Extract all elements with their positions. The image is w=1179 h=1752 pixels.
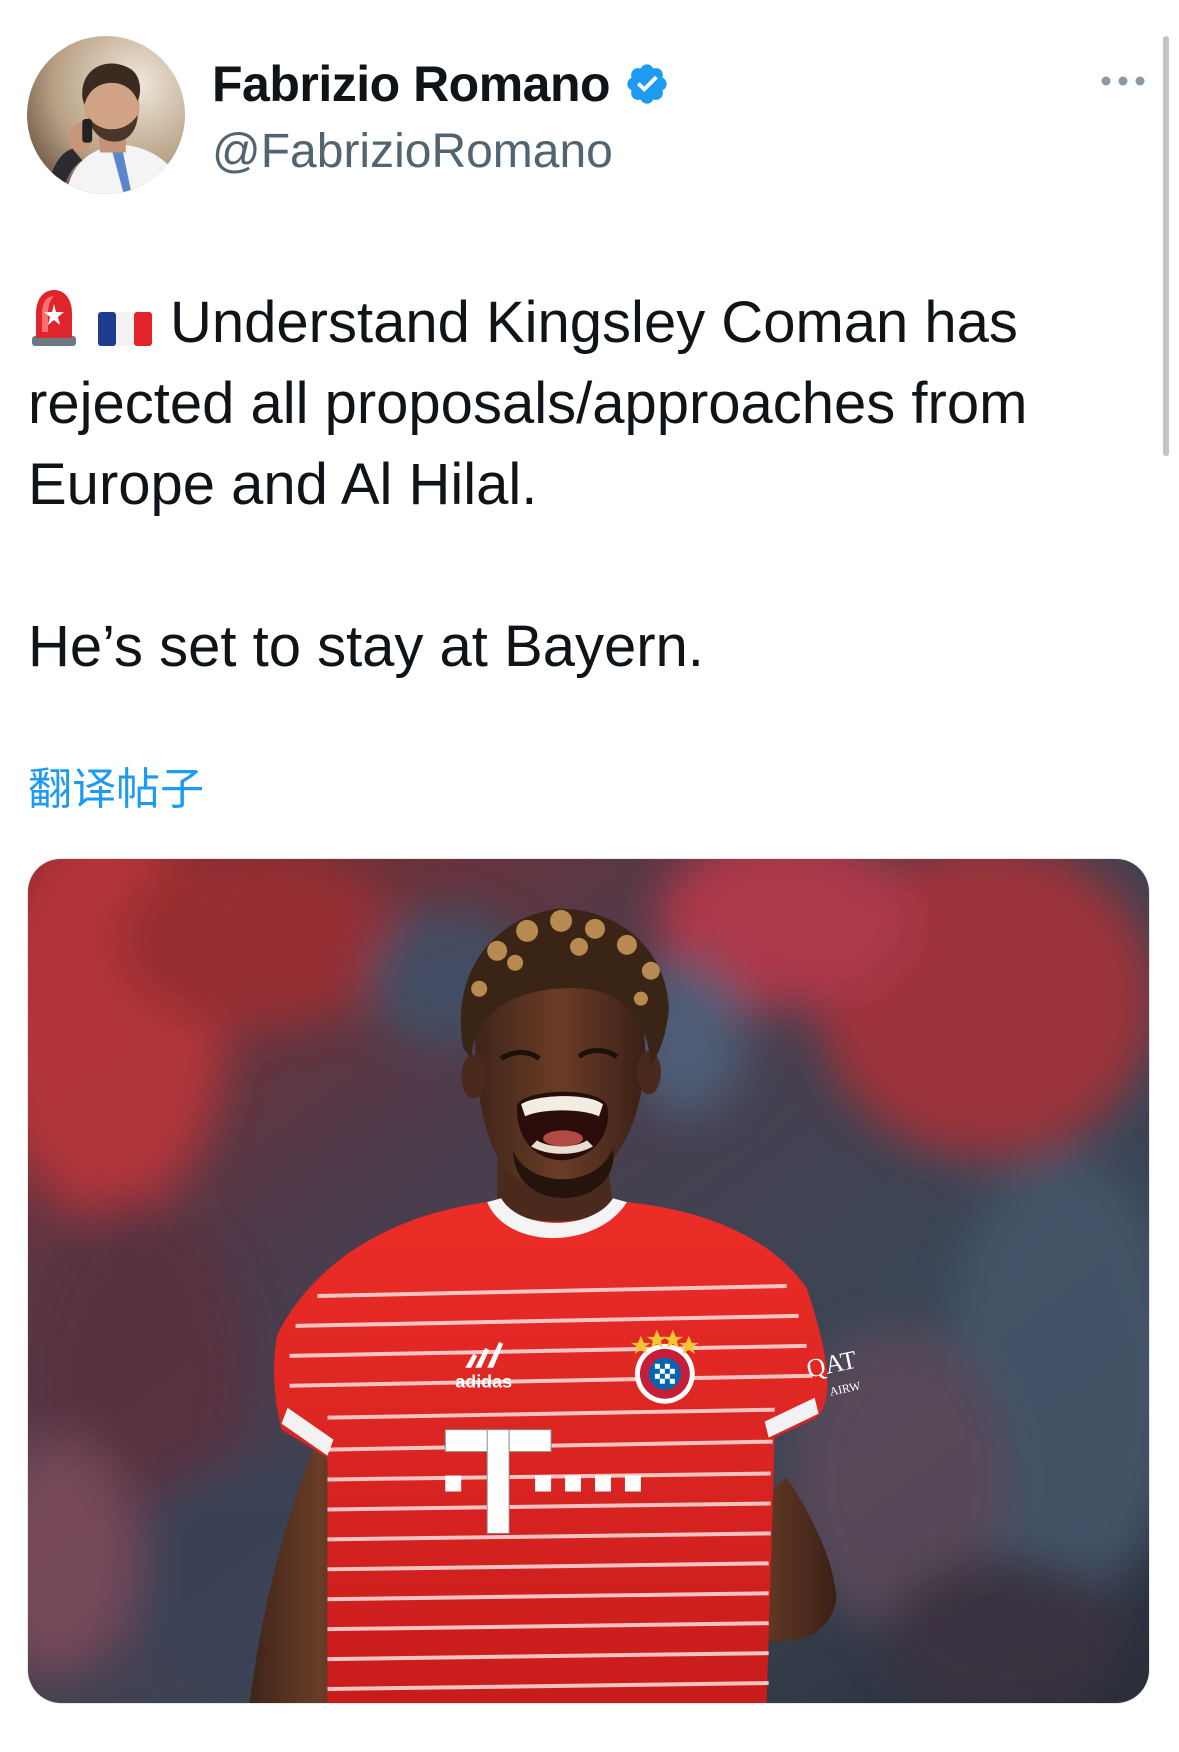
author-display-name[interactable]: Fabrizio Romano [212, 52, 670, 116]
tweet-paragraph-1: Understand Kingsley Coman has rejected a… [28, 282, 1138, 525]
player-photo: adidas QAT AIRW [28, 859, 1149, 1703]
tweet-paragraph-1-text: Understand Kingsley Coman has rejected a… [28, 290, 1028, 517]
author-display-name-text: Fabrizio Romano [212, 56, 611, 112]
tweet-text: Understand Kingsley Coman has rejected a… [28, 282, 1138, 687]
verified-badge-icon [624, 61, 670, 107]
author-avatar[interactable] [27, 36, 185, 194]
translate-post-link[interactable]: 翻译帖子 [28, 762, 204, 818]
scrollbar[interactable] [1163, 36, 1169, 456]
avatar-image [27, 36, 185, 194]
tweet-media-image[interactable]: adidas QAT AIRW [27, 858, 1150, 1704]
more-options-button[interactable] [1098, 66, 1148, 96]
france-flag-emoji [98, 310, 152, 348]
author-handle[interactable]: @FabrizioRomano [212, 120, 613, 184]
more-horizontal-icon [1101, 76, 1145, 86]
rotating-light-emoji [28, 286, 80, 348]
tweet-paragraph-2: He’s set to stay at Bayern. [28, 614, 704, 679]
kit-brand-text: adidas [455, 1372, 512, 1392]
